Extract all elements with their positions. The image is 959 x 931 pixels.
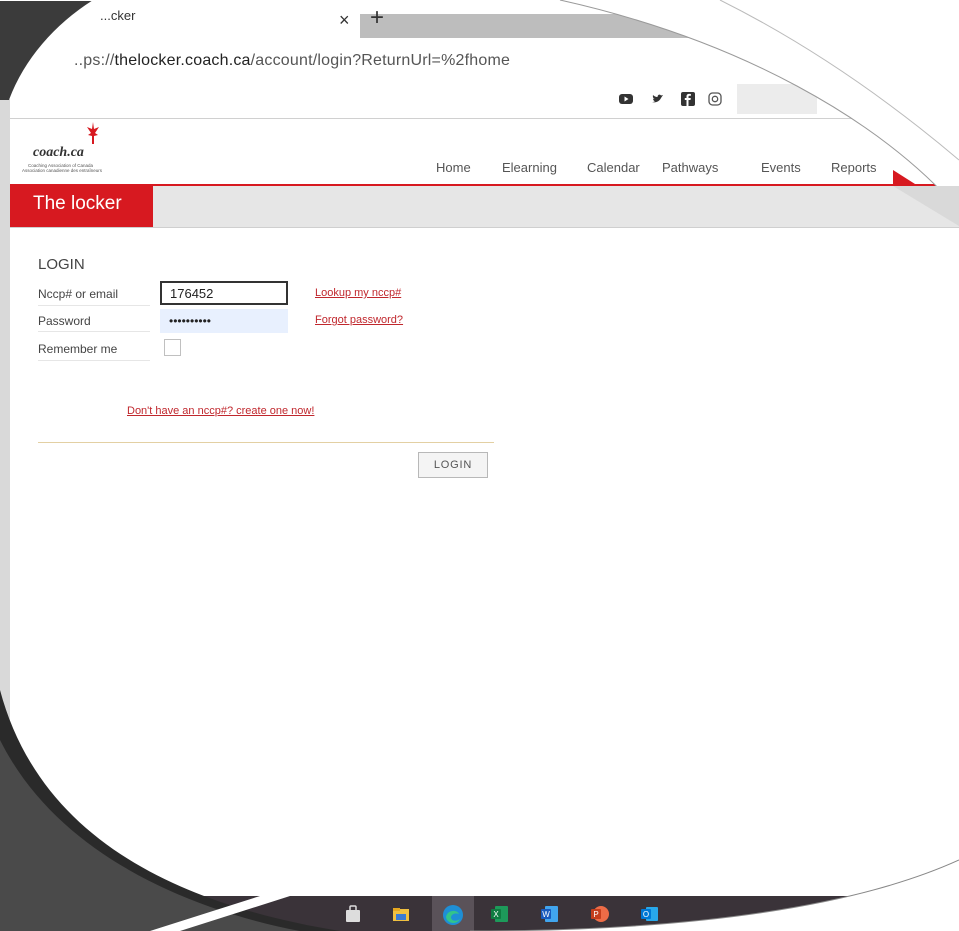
password-label: Password xyxy=(38,314,91,328)
outlook-icon[interactable]: O xyxy=(640,904,660,924)
remember-me-checkbox[interactable] xyxy=(164,339,181,356)
nav-reports[interactable]: Reports xyxy=(831,160,877,175)
login-heading: LOGIN xyxy=(38,256,85,273)
twitter-icon[interactable] xyxy=(651,92,665,106)
facebook-icon[interactable] xyxy=(681,92,695,106)
nav-calendar[interactable]: Calendar xyxy=(587,160,640,175)
instagram-icon[interactable] xyxy=(708,92,722,106)
remember-me-label: Remember me xyxy=(38,342,118,356)
tab-strip xyxy=(360,14,720,38)
tab-title: ...cker xyxy=(100,8,136,23)
svg-text:P: P xyxy=(593,910,598,919)
svg-text:O: O xyxy=(643,910,649,919)
excel-icon[interactable]: X xyxy=(490,904,510,924)
svg-text:X: X xyxy=(493,910,499,919)
form-divider xyxy=(38,442,494,443)
label-divider xyxy=(38,331,150,332)
nav-events[interactable]: Events xyxy=(761,160,801,175)
nccp-label: Nccp# or email xyxy=(38,287,119,301)
powerpoint-icon[interactable]: P xyxy=(590,904,610,924)
forgot-password-link[interactable]: Forgot password? xyxy=(315,314,403,326)
nav-pathways[interactable]: Pathways xyxy=(662,160,718,175)
logo-text: coach.ca xyxy=(33,145,84,160)
maple-leaf-icon xyxy=(86,122,100,151)
word-icon[interactable]: W xyxy=(540,904,560,924)
logo-subtitle-fr: Association canadienne des entraîneurs xyxy=(22,168,103,173)
login-button[interactable]: LOGIN xyxy=(418,452,488,478)
label-divider xyxy=(38,360,150,361)
create-nccp-link[interactable]: Don't have an nccp#? create one now! xyxy=(127,405,314,417)
label-divider xyxy=(38,305,150,306)
store-icon[interactable] xyxy=(343,904,363,924)
url-text[interactable]: ..ps://thelocker.coach.ca/account/login?… xyxy=(74,52,510,70)
nccp-input[interactable] xyxy=(160,281,288,305)
svg-text:W: W xyxy=(542,910,550,919)
tab-close-icon[interactable]: × xyxy=(339,11,350,29)
youtube-icon[interactable] xyxy=(619,92,633,106)
new-tab-icon[interactable]: + xyxy=(370,6,384,30)
file-explorer-icon[interactable] xyxy=(391,904,411,924)
lookup-nccp-link[interactable]: Lookup my nccp# xyxy=(315,287,401,299)
section-header-border xyxy=(10,227,959,228)
edge-icon[interactable] xyxy=(442,904,463,925)
nav-home[interactable]: Home xyxy=(436,160,471,175)
nav-elearning[interactable]: Elearning xyxy=(502,160,557,175)
password-input[interactable]: •••••••••• xyxy=(160,309,288,333)
header-search-box[interactable] xyxy=(737,84,817,114)
section-title: The locker xyxy=(33,193,122,214)
header-separator xyxy=(10,118,950,119)
taskbar xyxy=(0,896,959,931)
